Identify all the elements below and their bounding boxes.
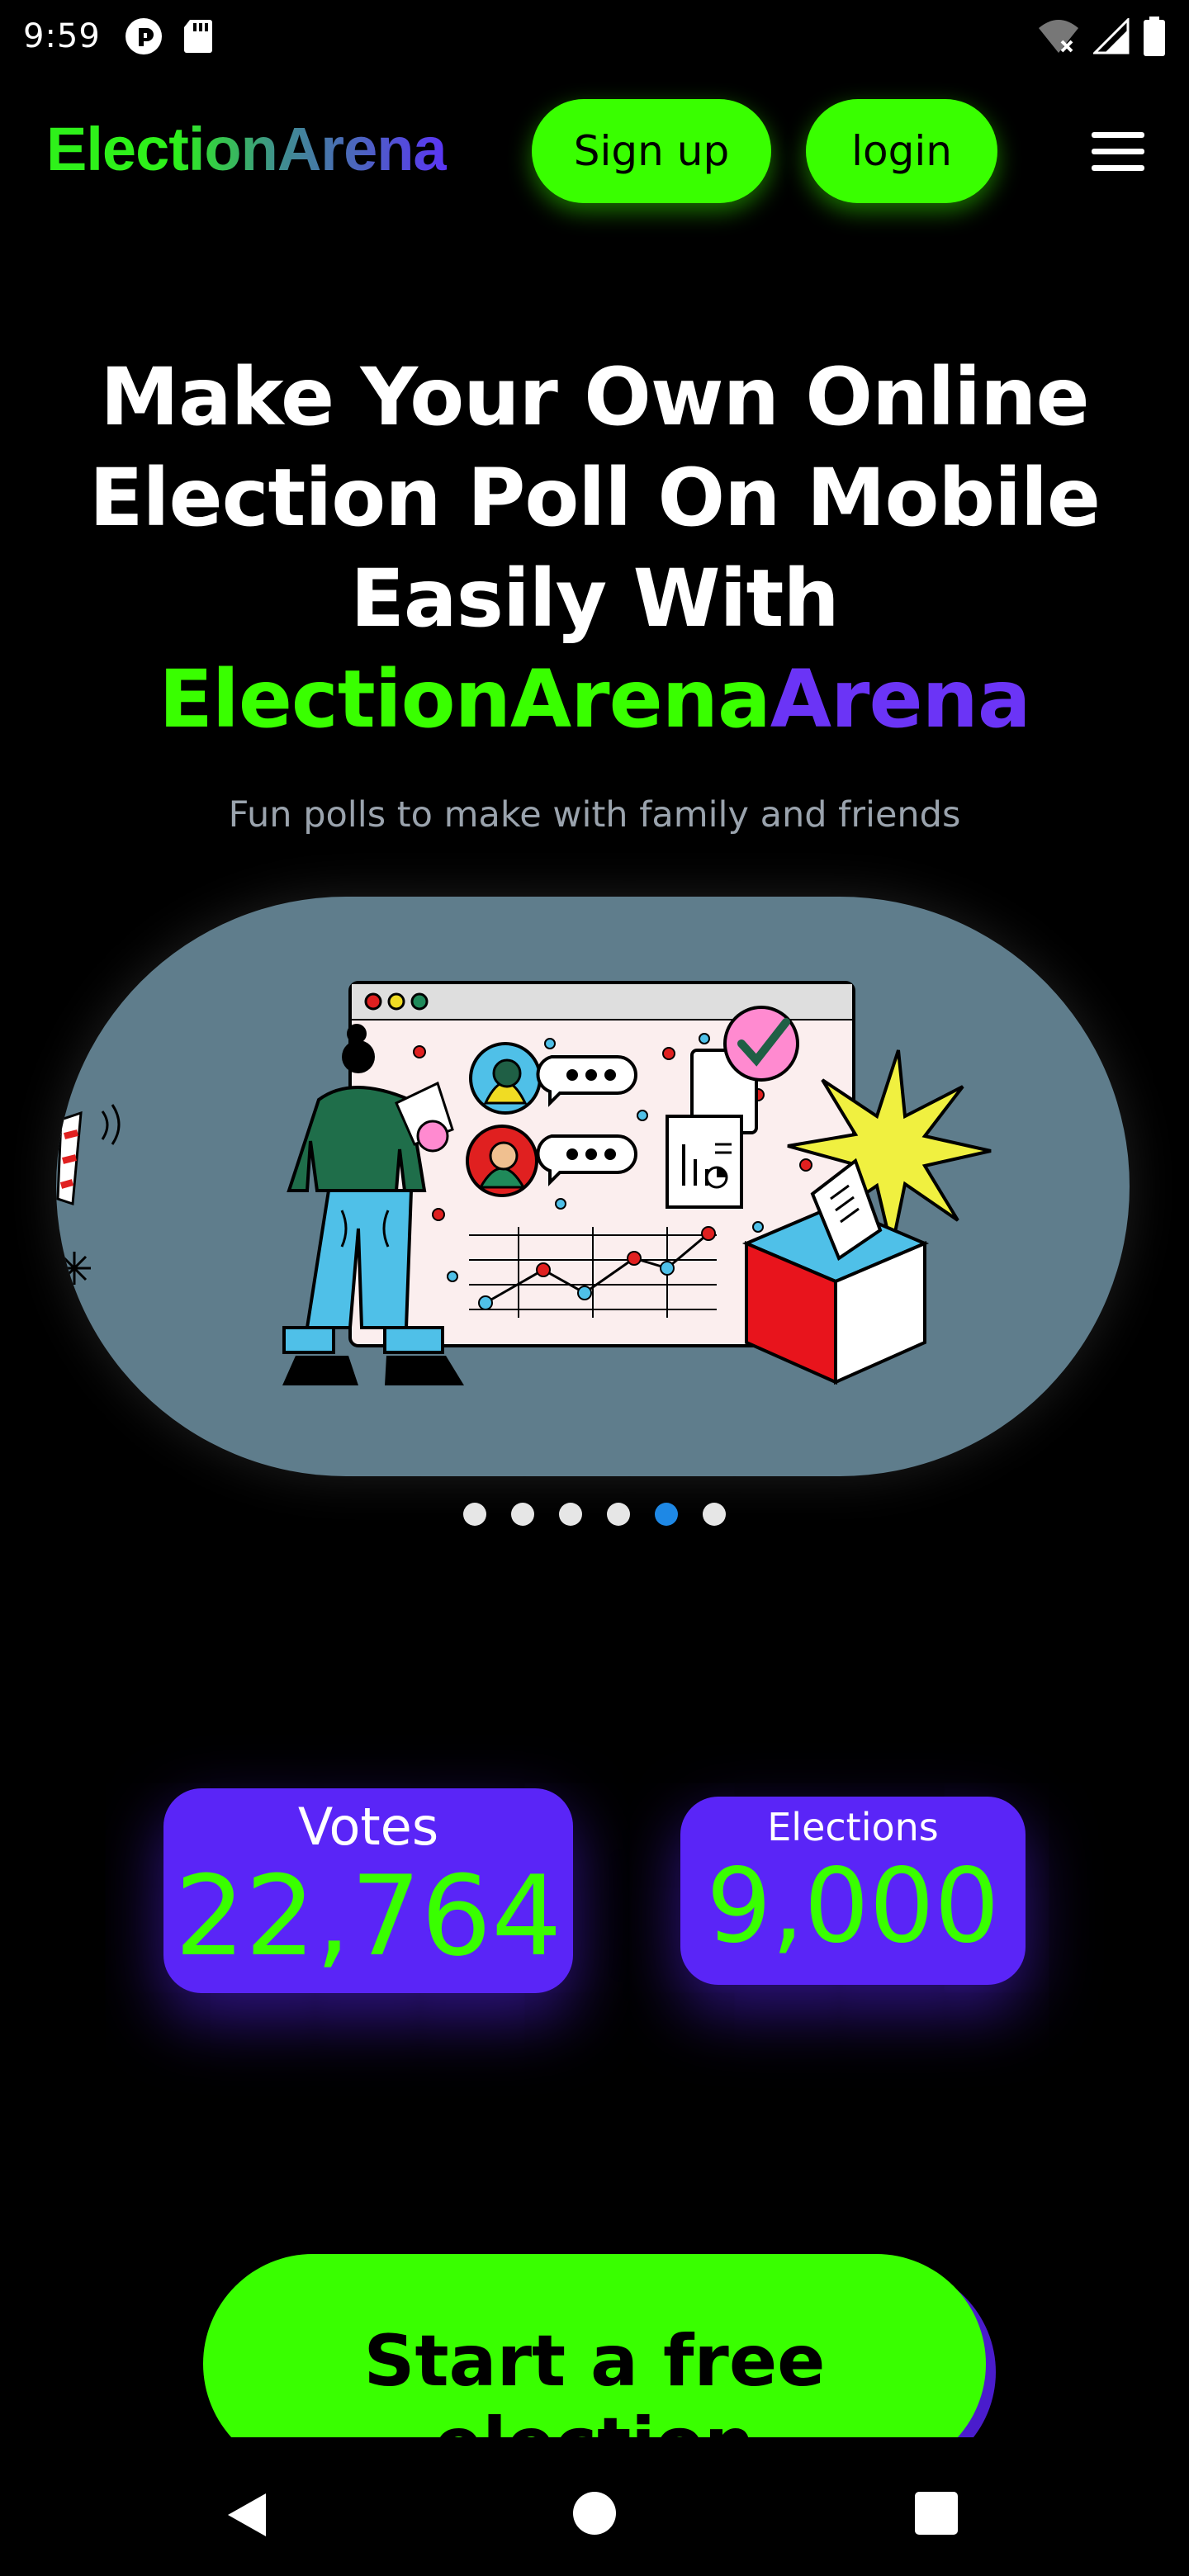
back-icon[interactable] [223, 2490, 272, 2540]
logo[interactable]: ElectionArena [46, 114, 448, 184]
hero-title-line1: Make Your Own Online [100, 351, 1089, 443]
carousel-dot-2[interactable] [511, 1503, 534, 1526]
wifi-off-icon [1039, 20, 1078, 53]
recents-icon[interactable] [913, 2490, 959, 2536]
system-nav-bar [0, 2437, 1189, 2576]
home-icon[interactable] [571, 2490, 618, 2536]
votes-stat-card: Votes 22,764 [163, 1788, 573, 1993]
carousel-dot-3[interactable] [559, 1503, 582, 1526]
hero-title: Make Your Own Online Election Poll On Mo… [0, 347, 1189, 750]
pocket-casts-icon [125, 18, 162, 54]
sd-card-icon [183, 20, 212, 53]
hero-brand-purple: Arena [770, 653, 1031, 746]
header: ElectionArena Sign up login [0, 91, 1189, 206]
carousel[interactable] [56, 897, 1130, 1476]
login-button[interactable]: login [806, 99, 997, 203]
hero-title-line3: Easily With [350, 552, 839, 645]
elections-label: Elections [767, 1805, 939, 1849]
status-time: 9:59 [23, 17, 101, 55]
carousel-dot-1[interactable] [463, 1503, 486, 1526]
carousel-dot-6[interactable] [703, 1503, 726, 1526]
status-bar: 9:59 [0, 0, 1189, 73]
votes-value: 22,764 [174, 1852, 562, 1981]
carousel-dot-5[interactable] [655, 1503, 678, 1526]
previous-slide-peek [56, 1035, 121, 1285]
hero-title-brand: ElectionArenaArena [0, 649, 1189, 750]
start-election-button[interactable]: Start a free election [203, 2254, 986, 2437]
election-illustration [56, 981, 992, 1385]
battery-icon [1144, 17, 1165, 56]
hero-subtitle: Fun polls to make with family and friend… [228, 794, 961, 836]
carousel-dots [0, 1503, 1189, 1526]
cta-container: Start a free election [0, 2229, 1189, 2437]
signal-icon [1093, 18, 1130, 54]
carousel-dot-4[interactable] [607, 1503, 630, 1526]
status-icons-left [124, 17, 215, 56]
signup-button[interactable]: Sign up [532, 99, 771, 203]
status-icons-right [1037, 17, 1166, 56]
elections-stat-card: Elections 9,000 [680, 1797, 1026, 1985]
menu-icon[interactable] [1088, 129, 1148, 175]
hero-brand-green: ElectionArena [159, 653, 770, 746]
hero-title-line2: Election Poll On Mobile [88, 452, 1101, 544]
elections-value: 9,000 [706, 1847, 1000, 1966]
votes-label: Votes [297, 1797, 439, 1857]
